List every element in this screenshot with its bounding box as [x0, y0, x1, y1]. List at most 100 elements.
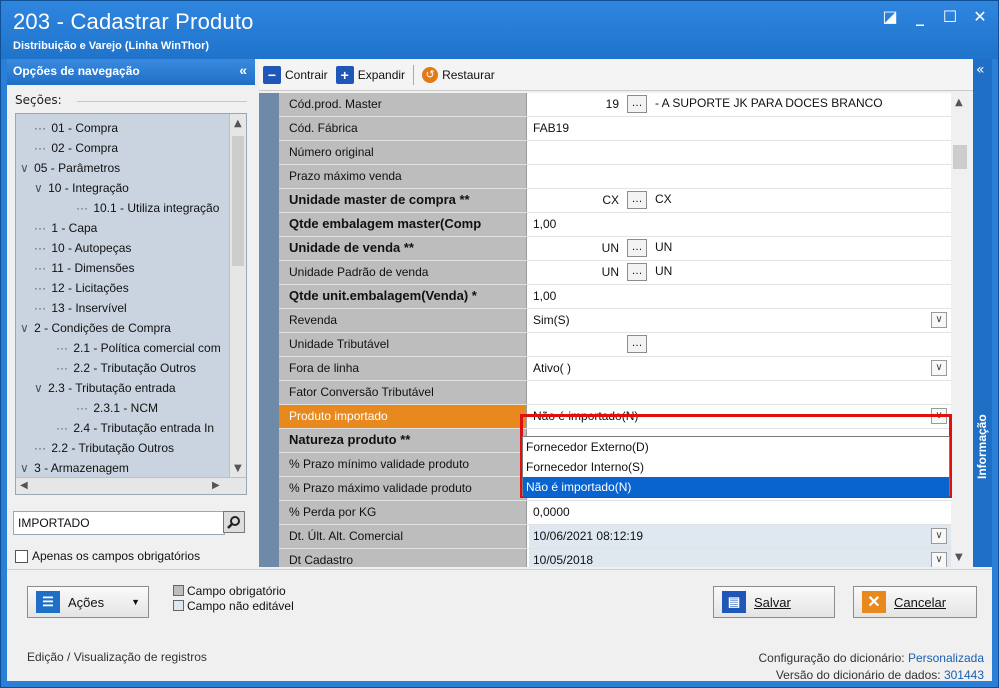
close-icon[interactable]: ✕	[972, 7, 988, 26]
property-row[interactable]: Fator Conversão Tributável	[279, 381, 951, 405]
property-value[interactable]: …	[529, 333, 951, 356]
chevron-down-icon[interactable]: ∨	[20, 161, 32, 175]
property-value[interactable]: 1,00	[529, 213, 951, 236]
property-row[interactable]: Unidade master de compra ** CX … CX	[279, 189, 951, 213]
property-row[interactable]: Qtde unit.embalagem(Venda) * 1,00	[279, 285, 951, 309]
tree-scroll-thumb[interactable]	[232, 136, 244, 266]
lookup-button[interactable]: …	[627, 263, 647, 281]
property-row[interactable]: Dt. Últ. Alt. Comercial 10/06/2021 08:12:…	[279, 525, 951, 549]
tree-item[interactable]: ∨ 2.3 - Tributação entrada	[34, 378, 176, 398]
tree-item[interactable]: ··· 2.4 - Tributação entrada In	[56, 418, 214, 438]
property-row[interactable]: Unidade Padrão de venda UN … UN	[279, 261, 951, 285]
property-row[interactable]: Prazo máximo venda	[279, 165, 951, 189]
tree-item[interactable]: ∨ 05 - Parâmetros	[20, 158, 120, 178]
property-value[interactable]: 19 … - A SUPORTE JK PARA DOCES BRANCO	[529, 93, 951, 116]
search-button[interactable]	[223, 511, 245, 533]
tree-horizontal-scrollbar[interactable]: ◀ ▶	[16, 477, 246, 494]
chevron-down-icon[interactable]: ∨	[34, 181, 46, 195]
property-row[interactable]: Unidade Tributável…	[279, 333, 951, 357]
property-row[interactable]: Fora de linha Ativo( ) ∨	[279, 357, 951, 381]
dropdown-arrow-icon[interactable]: ∨	[931, 528, 947, 544]
actions-dropdown-icon[interactable]: ▼	[131, 597, 140, 607]
restore-button[interactable]: ↺ Restaurar	[422, 66, 495, 83]
expand-button[interactable]: + Expandir	[335, 65, 405, 84]
property-value[interactable]: 10/05/2018 ∨	[529, 549, 951, 567]
property-row[interactable]: Qtde embalagem master(Comp 1,00	[279, 213, 951, 237]
lookup-button[interactable]: …	[627, 335, 647, 353]
search-input[interactable]: IMPORTADO	[13, 511, 225, 535]
scroll-left-icon[interactable]: ◀	[20, 480, 28, 491]
lookup-button[interactable]: …	[627, 95, 647, 113]
property-value[interactable]: 0,0000	[529, 501, 951, 524]
dropdown-option[interactable]: Fornecedor Externo(D)	[523, 437, 949, 457]
property-value[interactable]: Sim(S) ∨	[529, 309, 951, 332]
lookup-code: UN	[601, 241, 619, 255]
grid-scroll-thumb[interactable]	[953, 145, 967, 169]
property-value[interactable]	[529, 381, 951, 404]
property-row[interactable]: Cód. Fábrica FAB19	[279, 117, 951, 141]
property-value[interactable]: UN … UN	[529, 237, 951, 260]
collapse-left-icon[interactable]: «	[239, 62, 247, 78]
dropdown-arrow-icon[interactable]: ∨	[931, 552, 947, 567]
tree-item[interactable]: ··· 10 - Autopeças	[34, 238, 131, 258]
chevron-down-icon[interactable]: ∨	[34, 381, 46, 395]
dropdown-option[interactable]: Fornecedor Interno(S)	[523, 457, 949, 477]
only-required-row[interactable]: Apenas os campos obrigatórios	[15, 549, 200, 563]
tree-item[interactable]: ··· 2.3.1 - NCM	[76, 398, 158, 418]
property-row[interactable]: Revenda Sim(S) ∨	[279, 309, 951, 333]
minimize-icon[interactable]: _	[912, 7, 928, 26]
property-value[interactable]: 1,00	[529, 285, 951, 308]
scroll-right-icon[interactable]: ▶	[212, 480, 220, 491]
contract-button[interactable]: − Contrair	[263, 65, 328, 84]
tree-item[interactable]: ··· 12 - Licitações	[34, 278, 129, 298]
chevron-down-icon[interactable]: ∨	[20, 461, 32, 475]
property-label: Dt. Últ. Alt. Comercial	[279, 525, 527, 548]
tree-item[interactable]: ··· 2.1 - Política comercial com	[56, 338, 221, 358]
dropdown-arrow-icon[interactable]: ∨	[931, 360, 947, 376]
tree-item[interactable]: ··· 2.2 - Tributação Outros	[34, 438, 174, 458]
restore-window-icon[interactable]: ◪	[882, 7, 898, 26]
property-row[interactable]: Dt Cadastro 10/05/2018 ∨	[279, 549, 951, 567]
lookup-button[interactable]: …	[627, 191, 647, 209]
tree-item[interactable]: ··· 01 - Compra	[34, 118, 118, 138]
dropdown-arrow-icon[interactable]: ∨	[931, 312, 947, 328]
tree-vertical-scrollbar[interactable]: ▲ ▼	[229, 114, 246, 478]
property-row[interactable]: Número original	[279, 141, 951, 165]
property-row[interactable]: Cód.prod. Master 19 … - A SUPORTE JK PARA D…	[279, 93, 951, 117]
lookup-button[interactable]: …	[627, 239, 647, 257]
property-value[interactable]: FAB19	[529, 117, 951, 140]
dropdown-option[interactable]: Não é importado(N)	[523, 477, 949, 497]
grid-vertical-scrollbar[interactable]: ▲ ▼	[951, 93, 969, 567]
tree-item[interactable]: ∨ 3 - Armazenagem	[20, 458, 129, 478]
cancel-button[interactable]: ✕ Cancelar	[853, 586, 977, 618]
tree-item[interactable]: ··· 11 - Dimensões	[34, 258, 134, 278]
tree-item[interactable]: ∨ 10 - Integração	[34, 178, 129, 198]
scroll-down-icon[interactable]: ▼	[234, 463, 242, 474]
collapse-right-icon[interactable]: «	[976, 62, 985, 78]
grid-scroll-up-icon[interactable]: ▲	[955, 97, 963, 108]
property-value[interactable]	[529, 141, 951, 164]
scroll-up-icon[interactable]: ▲	[234, 118, 242, 129]
property-value[interactable]: 10/06/2021 08:12:19 ∨	[529, 525, 951, 548]
property-value[interactable]: UN … UN	[529, 261, 951, 284]
tree-item[interactable]: ··· 13 - Inservível	[34, 298, 127, 318]
tree-item[interactable]: ··· 1 - Capa	[34, 218, 97, 238]
property-value[interactable]	[529, 165, 951, 188]
property-value[interactable]: CX … CX	[529, 189, 951, 212]
actions-button[interactable]: ☰ Ações ▼	[27, 586, 149, 618]
property-value[interactable]: Ativo( ) ∨	[529, 357, 951, 380]
property-row[interactable]: % Perda por KG 0,0000	[279, 501, 951, 525]
property-label: Unidade de venda **	[279, 237, 527, 260]
title-bar[interactable]: 203 - Cadastrar Produto Distribuição e V…	[1, 1, 998, 59]
maximize-icon[interactable]: ☐	[942, 7, 958, 26]
save-button[interactable]: ▤ Salvar	[713, 586, 835, 618]
property-row[interactable]: Unidade de venda ** UN … UN	[279, 237, 951, 261]
info-panel[interactable]: « Informação	[973, 59, 992, 567]
tree-item[interactable]: ··· 2.2 - Tributação Outros	[56, 358, 196, 378]
tree-item[interactable]: ··· 02 - Compra	[34, 138, 118, 158]
tree-item[interactable]: ··· 10.1 - Utiliza integração	[76, 198, 219, 218]
tree-item[interactable]: ∨ 2 - Condições de Compra	[20, 318, 171, 338]
only-required-checkbox[interactable]	[15, 549, 28, 563]
chevron-down-icon[interactable]: ∨	[20, 321, 32, 335]
grid-scroll-down-icon[interactable]: ▼	[955, 552, 963, 563]
